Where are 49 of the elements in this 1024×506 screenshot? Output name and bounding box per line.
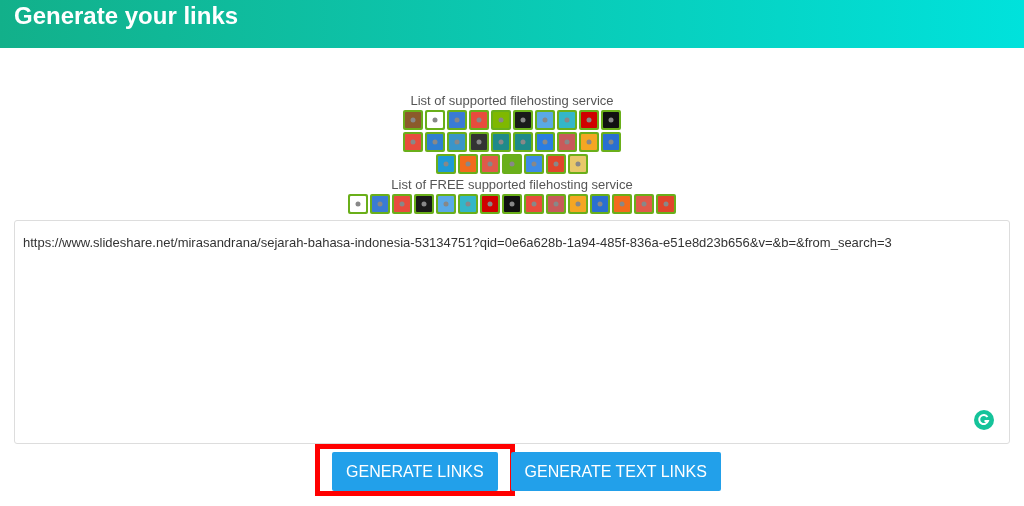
service-logo-icon: [601, 132, 621, 152]
grammarly-icon: [974, 410, 994, 430]
service-logo-icon: [370, 194, 390, 214]
service-logo-icon: [469, 110, 489, 130]
service-logo-icon: [469, 132, 489, 152]
service-logo-icon: [502, 194, 522, 214]
service-logo-icon: [491, 132, 511, 152]
service-logo-icon: [436, 194, 456, 214]
section-title: List of supported filehosting service: [410, 92, 614, 110]
service-logo-icon: [414, 194, 434, 214]
service-logo-icon: [447, 110, 467, 130]
service-logo-icon: [579, 110, 599, 130]
service-logo-icon: [392, 194, 412, 214]
service-logo-icon: [425, 132, 445, 152]
service-logo-icon: [557, 110, 577, 130]
service-logo-icon: [590, 194, 610, 214]
page-title: Generate your links: [14, 1, 239, 31]
service-logo-icon: [601, 110, 621, 130]
service-logo-icon: [524, 154, 544, 174]
service-logo-icon: [546, 154, 566, 174]
service-logo-icon: [513, 110, 533, 130]
service-logo-icon: [656, 194, 676, 214]
generate-button[interactable]: GENERATE LINKS: [332, 452, 498, 491]
service-logo-icon: [546, 194, 566, 214]
generate-button[interactable]: GENERATE TEXT LINKS: [510, 452, 721, 491]
service-logo-icon: [513, 132, 533, 152]
service-logo-icon: [557, 132, 577, 152]
links-field[interactable]: https://www.slideshare.net/mirasandrana/sejarah-bahasa-indonesia-53134751?qid=0e6a628b-1a94-485f-836a-e51e8d23b656&v=&b=&from_search=3: [14, 220, 1010, 444]
service-logo-icon: [634, 194, 654, 214]
service-logo-icon: [348, 194, 368, 214]
service-logo-icon: [480, 194, 500, 214]
service-logo-icon: [535, 110, 555, 130]
service-logo-icon: [535, 132, 555, 152]
service-logo-icon: [502, 154, 522, 174]
service-logo-icon: [579, 132, 599, 152]
service-logo-icon: [491, 110, 511, 130]
service-logo-icon: [458, 194, 478, 214]
service-logo-icon: [568, 194, 588, 214]
service-logo-icon: [458, 154, 478, 174]
service-logo-icon: [612, 194, 632, 214]
section-title: List of FREE supported filehosting service: [391, 176, 633, 194]
service-logo-icon: [425, 110, 445, 130]
service-logo-icon: [403, 132, 423, 152]
service-logo-icon: [447, 132, 467, 152]
service-logo-icon: [568, 154, 588, 174]
service-logo-icon: [524, 194, 544, 214]
service-logo-icon: [436, 154, 456, 174]
service-logo-icon: [480, 154, 500, 174]
service-logo-icon: [403, 110, 423, 130]
